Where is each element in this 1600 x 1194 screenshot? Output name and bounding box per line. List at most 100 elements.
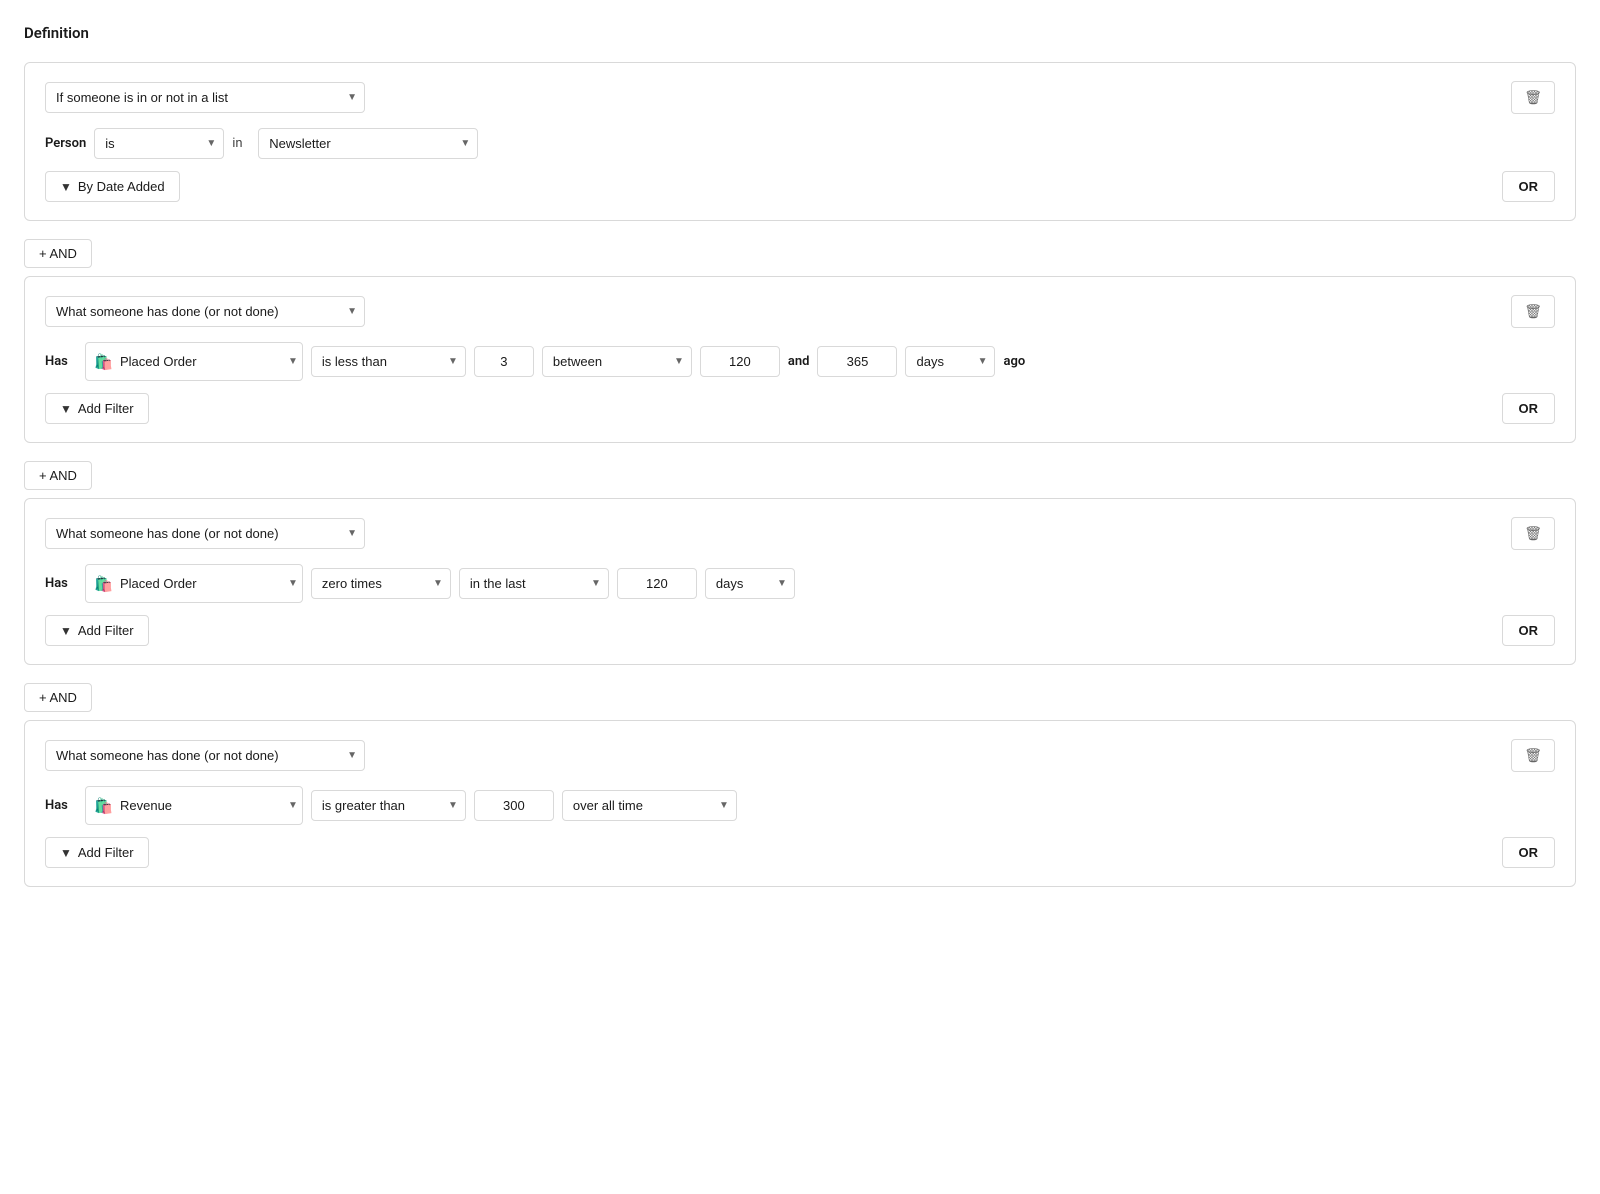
condition3-event-arrow: ▼ xyxy=(288,578,298,589)
condition1-person-label: Person xyxy=(45,136,86,151)
condition4-bottom-row: ▼ Add Filter OR xyxy=(45,837,1555,868)
condition2-filter-button[interactable]: ▼ Add Filter xyxy=(45,393,149,424)
condition-block-3: What someone has done (or not done) If s… xyxy=(24,498,1576,665)
condition3-delete-button[interactable]: 🗑 xyxy=(1511,517,1555,550)
and-button-1-wrapper: + AND xyxy=(24,231,1576,276)
svg-text:🛍️: 🛍️ xyxy=(94,575,113,593)
page-title: Definition xyxy=(24,24,1576,42)
condition2-event-select[interactable]: Placed Order Viewed Product Added to Car… xyxy=(118,347,288,376)
condition4-has-label: Has xyxy=(45,798,77,813)
condition1-filter-button[interactable]: ▼ By Date Added xyxy=(45,171,180,202)
condition1-list-select[interactable]: Newsletter VIP Unsubscribed xyxy=(258,128,478,159)
and-button-1[interactable]: + AND xyxy=(24,239,92,268)
condition2-condition-select[interactable]: is less than is greater than equals is a… xyxy=(311,346,466,377)
condition2-type-wrapper[interactable]: What someone has done (or not done) If s… xyxy=(45,296,365,327)
condition1-list-wrapper[interactable]: Newsletter VIP Unsubscribed ▼ xyxy=(258,128,478,159)
condition4-time-select[interactable]: over all time in the last between xyxy=(562,790,737,821)
filter-icon-2: ▼ xyxy=(60,402,72,416)
condition2-and-text: and xyxy=(788,354,810,369)
condition3-event-select[interactable]: Placed Order Viewed Product Added to Car… xyxy=(118,569,288,598)
filter-icon: ▼ xyxy=(60,180,72,194)
condition2-end-input[interactable] xyxy=(817,346,897,377)
condition4-filter-button[interactable]: ▼ Add Filter xyxy=(45,837,149,868)
condition3-event-wrapper[interactable]: 🛍️ Placed Order Viewed Product Added to … xyxy=(85,564,303,603)
condition2-start-input[interactable] xyxy=(700,346,780,377)
condition2-count-input[interactable] xyxy=(474,346,534,377)
filter-icon-3: ▼ xyxy=(60,624,72,638)
condition2-event-arrow: ▼ xyxy=(288,356,298,367)
condition4-event-wrapper[interactable]: 🛍️ Revenue Placed Order Viewed Product ▼ xyxy=(85,786,303,825)
condition1-person-is-wrapper[interactable]: is is not ▼ xyxy=(94,128,224,159)
condition3-frequency-wrapper[interactable]: zero times at least once exactly ▼ xyxy=(311,568,451,599)
condition4-filter-label: Add Filter xyxy=(78,845,134,860)
condition3-bottom-row: ▼ Add Filter OR xyxy=(45,615,1555,646)
condition2-or-button[interactable]: OR xyxy=(1502,393,1556,424)
and-button-2-wrapper: + AND xyxy=(24,453,1576,498)
condition2-days-select[interactable]: days weeks months xyxy=(905,346,995,377)
condition3-has-row: Has 🛍️ Placed Order Viewed Product Added… xyxy=(45,564,1555,603)
condition1-type-wrapper[interactable]: If someone is in or not in a list What s… xyxy=(45,82,365,113)
condition1-delete-button[interactable]: 🗑 xyxy=(1511,81,1555,114)
condition3-has-label: Has xyxy=(45,576,77,591)
condition2-filter-label: Add Filter xyxy=(78,401,134,416)
condition3-frequency-select[interactable]: zero times at least once exactly xyxy=(311,568,451,599)
condition3-filter-button[interactable]: ▼ Add Filter xyxy=(45,615,149,646)
condition2-type-select[interactable]: What someone has done (or not done) If s… xyxy=(45,296,365,327)
condition2-has-row: Has 🛍️ Placed Order Viewed Product Added… xyxy=(45,342,1555,381)
condition2-event-wrapper[interactable]: 🛍️ Placed Order Viewed Product Added to … xyxy=(85,342,303,381)
condition4-top-row: What someone has done (or not done) If s… xyxy=(45,739,1555,772)
condition2-condition-wrapper[interactable]: is less than is greater than equals is a… xyxy=(311,346,466,377)
condition3-top-row: What someone has done (or not done) If s… xyxy=(45,517,1555,550)
shopify-icon-2: 🛍️ xyxy=(94,352,114,372)
svg-text:🛍️: 🛍️ xyxy=(94,353,113,371)
condition4-has-row: Has 🛍️ Revenue Placed Order Viewed Produ… xyxy=(45,786,1555,825)
condition3-time-select[interactable]: in the last between over all time before… xyxy=(459,568,609,599)
condition3-days-unit-wrapper[interactable]: days weeks months ▼ xyxy=(705,568,795,599)
and-button-3[interactable]: + AND xyxy=(24,683,92,712)
condition3-days-unit-select[interactable]: days weeks months xyxy=(705,568,795,599)
condition2-time-wrapper[interactable]: between in the last over all time before… xyxy=(542,346,692,377)
condition4-count-input[interactable] xyxy=(474,790,554,821)
trash-icon: 🗑 xyxy=(1524,89,1542,105)
condition2-days-wrapper[interactable]: days weeks months ▼ xyxy=(905,346,995,377)
condition3-or-button[interactable]: OR xyxy=(1502,615,1556,646)
trash-icon-3: 🗑 xyxy=(1524,525,1542,541)
and-button-2[interactable]: + AND xyxy=(24,461,92,490)
condition2-delete-button[interactable]: 🗑 xyxy=(1511,295,1555,328)
condition1-top-row: If someone is in or not in a list What s… xyxy=(45,81,1555,114)
condition4-event-arrow: ▼ xyxy=(288,800,298,811)
condition3-days-input[interactable] xyxy=(617,568,697,599)
filter-icon-4: ▼ xyxy=(60,846,72,860)
condition2-bottom-row: ▼ Add Filter OR xyxy=(45,393,1555,424)
condition1-person-row: Person is is not ▼ in Newsletter VIP Uns… xyxy=(45,128,1555,159)
condition4-type-select[interactable]: What someone has done (or not done) If s… xyxy=(45,740,365,771)
and-button-3-wrapper: + AND xyxy=(24,675,1576,720)
condition4-or-button[interactable]: OR xyxy=(1502,837,1556,868)
condition1-filter-label: By Date Added xyxy=(78,179,165,194)
condition-block-4: What someone has done (or not done) If s… xyxy=(24,720,1576,887)
condition1-bottom-row: ▼ By Date Added OR xyxy=(45,171,1555,202)
condition2-time-select[interactable]: between in the last over all time before… xyxy=(542,346,692,377)
condition4-delete-button[interactable]: 🗑 xyxy=(1511,739,1555,772)
trash-icon-2: 🗑 xyxy=(1524,303,1542,319)
condition4-condition-select[interactable]: is greater than is less than equals xyxy=(311,790,466,821)
condition3-filter-label: Add Filter xyxy=(78,623,134,638)
condition4-type-wrapper[interactable]: What someone has done (or not done) If s… xyxy=(45,740,365,771)
condition1-in-label: in xyxy=(232,136,250,151)
condition3-time-wrapper[interactable]: in the last between over all time before… xyxy=(459,568,609,599)
condition4-time-wrapper[interactable]: over all time in the last between ▼ xyxy=(562,790,737,821)
trash-icon-4: 🗑 xyxy=(1524,747,1542,763)
condition3-type-wrapper[interactable]: What someone has done (or not done) If s… xyxy=(45,518,365,549)
svg-text:🛍️: 🛍️ xyxy=(94,797,113,815)
shopify-icon-4: 🛍️ xyxy=(94,796,114,816)
condition4-condition-wrapper[interactable]: is greater than is less than equals ▼ xyxy=(311,790,466,821)
condition2-top-row: What someone has done (or not done) If s… xyxy=(45,295,1555,328)
condition1-or-button[interactable]: OR xyxy=(1502,171,1556,202)
condition3-type-select[interactable]: What someone has done (or not done) If s… xyxy=(45,518,365,549)
condition4-event-select[interactable]: Revenue Placed Order Viewed Product xyxy=(118,791,288,820)
condition2-ago-text: ago xyxy=(1003,354,1025,369)
condition1-type-select[interactable]: If someone is in or not in a list What s… xyxy=(45,82,365,113)
condition-block-2: What someone has done (or not done) If s… xyxy=(24,276,1576,443)
condition2-has-label: Has xyxy=(45,354,77,369)
condition1-person-is-select[interactable]: is is not xyxy=(94,128,224,159)
